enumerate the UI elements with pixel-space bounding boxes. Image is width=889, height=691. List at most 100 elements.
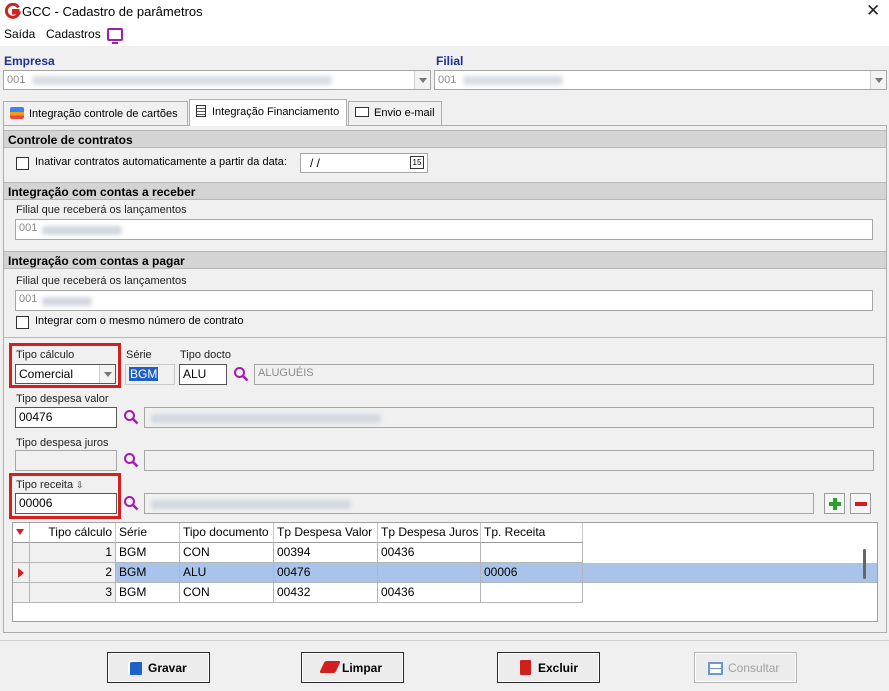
receber-filial-value: 001 [19, 222, 38, 234]
tipo-calculo-label: Tipo cálculo [16, 349, 75, 361]
tipo-receita-blurred [151, 500, 351, 509]
mesmo-numero-label: Integrar com o mesmo número de contrato [35, 315, 244, 327]
consultar-button[interactable]: Consultar [694, 652, 797, 683]
tipo-receita-label: Tipo receita ⇩ [16, 479, 84, 491]
pin-icon: ⇩ [76, 480, 84, 490]
document-icon [196, 105, 206, 117]
serie-input[interactable]: BGM [125, 364, 175, 385]
grid-col-despesa-juros[interactable]: Tp Despesa Juros [378, 523, 481, 543]
calendar-icon[interactable]: 15 [410, 156, 424, 169]
grid-col-serie[interactable]: Série [116, 523, 180, 543]
monitor-icon[interactable] [107, 28, 123, 44]
empresa-value: 001 [7, 74, 26, 86]
parametros-grid[interactable]: Tipo cálculo Série Tipo documento Tp Des… [12, 522, 878, 622]
gravar-label: Gravar [148, 661, 187, 675]
empresa-select[interactable]: 001 [3, 70, 431, 90]
filial-blurred-name [463, 76, 563, 85]
trash-icon [520, 660, 531, 675]
inativar-checkbox[interactable] [16, 157, 29, 170]
grid-search-icon [708, 662, 723, 675]
search-icon[interactable] [123, 495, 139, 511]
tipo-calculo-select[interactable]: Comercial [15, 364, 116, 384]
cell-despesa-valor: 00394 [274, 543, 378, 563]
despesa-valor-desc [144, 407, 874, 428]
close-icon[interactable]: ✕ [866, 1, 880, 21]
mesmo-numero-checkbox[interactable] [16, 316, 29, 329]
grid-scrollbar-thumb[interactable] [863, 549, 866, 579]
receber-filial-input[interactable]: 001 [15, 219, 873, 240]
date-field[interactable]: / / 15 [300, 153, 428, 173]
cell-receita: 00006 [481, 563, 583, 583]
grid-col-despesa-valor[interactable]: Tp Despesa Valor [274, 523, 378, 543]
grid-col-receita[interactable]: Tp. Receita [481, 523, 583, 543]
tab-envio-email[interactable]: Envio e-mail [348, 101, 442, 125]
save-icon [128, 661, 142, 675]
tab-integracao-financiamento[interactable]: Integração Financiamento [189, 99, 347, 126]
pagar-filial-blurred [42, 297, 92, 306]
serie-label: Série [126, 349, 152, 361]
despesa-valor-value: 00476 [19, 410, 53, 424]
cell-despesa-juros: 00436 [378, 583, 481, 603]
excluir-label: Excluir [538, 661, 579, 675]
despesa-juros-desc [144, 450, 874, 471]
cell-tipo-calculo: 2 [30, 563, 116, 583]
cell-tipo-documento: ALU [180, 563, 274, 583]
receber-filial-blurred [42, 226, 122, 235]
tab-integracao-cartoes[interactable]: Integração controle de cartões [3, 101, 188, 125]
tipo-docto-input[interactable]: ALU [179, 364, 227, 385]
search-icon[interactable] [123, 452, 139, 468]
tipo-receita-input[interactable]: 00006 [15, 493, 117, 514]
add-button[interactable] [824, 493, 845, 514]
chevron-down-icon[interactable] [870, 71, 886, 89]
pagar-filial-label: Filial que receberá os lançamentos [16, 275, 187, 287]
app-logo-icon [5, 3, 21, 19]
plus-icon-vertical [833, 498, 837, 510]
despesa-valor-label: Tipo despesa valor [16, 393, 109, 405]
filial-select[interactable]: 001 [434, 70, 887, 90]
filial-label: Filial [436, 54, 464, 68]
tipo-docto-value: ALU [183, 367, 207, 381]
grid-col-tipo-documento[interactable]: Tipo documento [180, 523, 274, 543]
excluir-button[interactable]: Excluir [497, 652, 600, 683]
contas-receber-header: Integração com contas a receber [4, 182, 886, 200]
cell-despesa-juros: 00436 [378, 543, 481, 563]
tab-label: Integração Financiamento [212, 106, 340, 118]
despesa-juros-label: Tipo despesa juros [16, 437, 109, 449]
chevron-down-icon[interactable] [414, 71, 430, 89]
limpar-label: Limpar [342, 661, 383, 675]
chevron-down-icon[interactable] [99, 365, 115, 383]
cell-despesa-valor: 00432 [274, 583, 378, 603]
eraser-icon [319, 661, 341, 673]
pagar-filial-value: 001 [19, 293, 38, 305]
tab-label: Envio e-mail [374, 107, 435, 119]
cell-receita [481, 583, 583, 603]
cell-receita [481, 543, 583, 563]
pagar-filial-input[interactable]: 001 [15, 290, 873, 311]
empresa-label: Empresa [4, 54, 55, 68]
despesa-valor-input[interactable]: 00476 [15, 407, 117, 428]
minus-icon [855, 502, 867, 506]
cell-serie: BGM [116, 583, 180, 603]
despesa-juros-input[interactable] [15, 450, 117, 471]
grid-col-tipo-calculo[interactable]: Tipo cálculo [30, 523, 116, 543]
row-indicator [13, 563, 30, 583]
row-indicator [13, 583, 30, 603]
tipo-receita-desc [144, 493, 814, 514]
window-title: GCC - Cadastro de parâmetros [22, 4, 203, 19]
menu-cadastros[interactable]: Cadastros [46, 27, 101, 41]
cell-tipo-documento: CON [180, 543, 274, 563]
search-icon[interactable] [123, 409, 139, 425]
cell-serie: BGM [116, 543, 180, 563]
remove-button[interactable] [850, 493, 871, 514]
email-icon [355, 107, 369, 117]
contas-pagar-header: Integração com contas a pagar [4, 251, 886, 269]
row-indicator [13, 543, 30, 563]
consultar-label: Consultar [728, 661, 780, 675]
cell-tipo-calculo: 3 [30, 583, 116, 603]
gravar-button[interactable]: Gravar [107, 652, 210, 683]
limpar-button[interactable]: Limpar [301, 652, 404, 683]
empresa-blurred-name [32, 76, 332, 85]
menu-saida[interactable]: Saída [4, 27, 35, 41]
divider [4, 337, 886, 338]
search-icon[interactable] [233, 366, 249, 382]
